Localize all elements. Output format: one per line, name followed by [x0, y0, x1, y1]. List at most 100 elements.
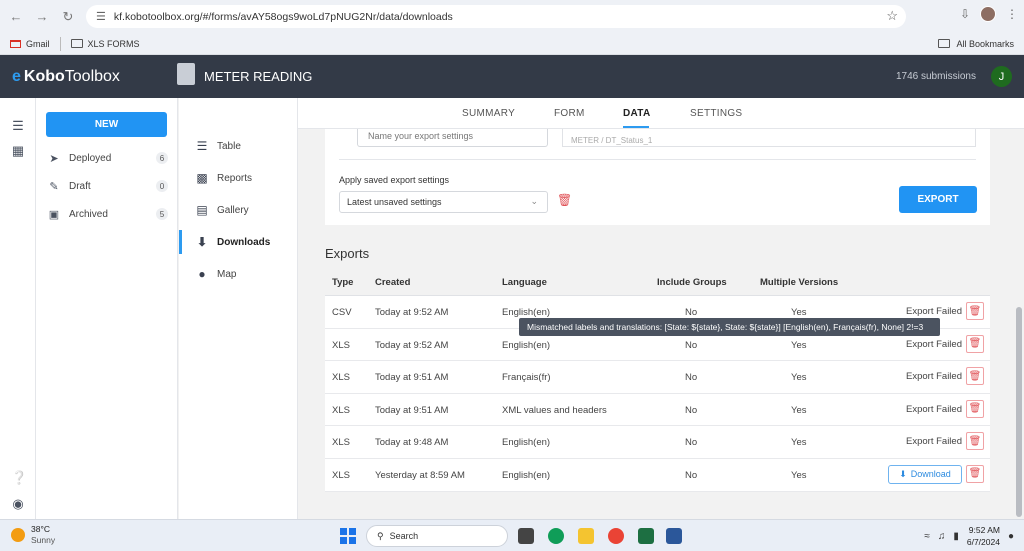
data-menu-downloads[interactable]: ⬇ Downloads	[179, 230, 298, 254]
download-icon: ⬇	[899, 468, 907, 479]
bookmark-gmail[interactable]: Gmail	[10, 39, 50, 49]
system-clock[interactable]: 9:52 AM 6/7/2024	[967, 524, 1000, 548]
export-name-input[interactable]: Name your export settings	[357, 129, 548, 147]
sidebar-item-deployed[interactable]: ➤ Deployed 6	[48, 150, 168, 166]
chevron-down-icon: ⌄	[530, 196, 538, 206]
windows-start-icon[interactable]	[340, 528, 356, 544]
download-export-button[interactable]: ⬇ Download	[888, 464, 962, 484]
bookmark-xls-forms[interactable]: XLS FORMS	[70, 39, 140, 49]
archived-count: 5	[156, 208, 168, 220]
reload-icon[interactable]: ↻	[58, 7, 78, 27]
delete-export-icon[interactable]: 🗑	[966, 302, 984, 320]
data-menu-map[interactable]: ● Map	[179, 262, 298, 286]
export-status: Export Failed	[906, 403, 962, 415]
field-checkbox-row[interactable]: METER / DT_Status_1	[562, 129, 976, 147]
search-icon: ⚲	[377, 530, 384, 541]
tab-data[interactable]: DATA	[623, 108, 651, 119]
library-icon[interactable]: ▦	[11, 143, 25, 158]
site-info-icon[interactable]: ☰	[96, 10, 106, 23]
notification-bell-icon[interactable]: ●	[1008, 531, 1014, 542]
draft-icon: ✎	[49, 180, 59, 193]
file-explorer-icon[interactable]	[578, 528, 594, 544]
bookmarks-bar: Gmail XLS FORMS All Bookmarks	[0, 33, 1024, 55]
image-icon: ▤	[196, 203, 208, 217]
folder-icon	[70, 39, 83, 48]
excel-icon[interactable]	[638, 528, 654, 544]
wifi-icon[interactable]: ≈	[924, 531, 930, 542]
url-text: kf.kobotoolbox.org/#/forms/avAY58ogs9woL…	[113, 10, 453, 23]
column-created: Created	[375, 277, 411, 288]
error-tooltip: Mismatched labels and translations: [Sta…	[519, 318, 940, 336]
help-icon[interactable]: ❔	[11, 470, 27, 485]
speaker-icon[interactable]: ♫	[938, 531, 946, 542]
draft-count: 0	[156, 180, 168, 192]
rocket-icon: ➤	[49, 152, 59, 165]
projects-icon[interactable]: ☰	[11, 118, 25, 133]
tab-settings[interactable]: SETTINGS	[690, 108, 742, 119]
delete-export-icon[interactable]: 🗑	[966, 464, 984, 483]
bookmark-star-icon[interactable]: ☆	[886, 8, 898, 24]
apply-settings-select[interactable]: Latest unsaved settings ⌄	[339, 191, 548, 213]
tab-summary[interactable]: SUMMARY	[462, 108, 515, 119]
delete-export-icon[interactable]: 🗑	[966, 334, 984, 353]
column-multiple-versions: Multiple Versions	[760, 277, 839, 288]
table-row: XLS Yesterday at 8:59 AM English(en) No …	[325, 459, 990, 492]
table-header: Type Created Language Include Groups Mul…	[325, 268, 990, 296]
sidebar-item-draft[interactable]: ✎ Draft 0	[48, 178, 168, 194]
weather-widget[interactable]: 38°C Sunny	[11, 524, 55, 546]
exports-heading: Exports	[325, 246, 370, 261]
user-avatar[interactable]: J	[991, 66, 1012, 87]
exports-table: Type Created Language Include Groups Mul…	[325, 268, 990, 492]
icon-rail: ☰ ▦ ❔ ◉	[0, 98, 36, 519]
bar-chart-icon: ▩	[196, 171, 208, 185]
back-icon[interactable]: ←	[6, 7, 26, 27]
divider	[339, 159, 976, 160]
data-submenu: ☰ Table ▩ Reports ▤ Gallery ⬇ Downloads …	[179, 98, 298, 519]
main-scrollbar[interactable]	[1014, 129, 1024, 519]
column-type: Type	[332, 277, 354, 288]
data-menu-table[interactable]: ☰ Table	[179, 134, 298, 158]
download-icon: ⬇	[196, 235, 208, 249]
export-status: Export Failed	[906, 436, 962, 448]
windows-taskbar: 38°C Sunny ⚲ Search ≈ ♫ ▮ 9:52 AM 6/7/20…	[0, 519, 1024, 551]
table-row: XLS Today at 9:51 AM XML values and head…	[325, 394, 990, 427]
sidebar-item-archived[interactable]: ▣ Archived 5	[48, 206, 168, 222]
address-bar[interactable]: ☰ kf.kobotoolbox.org/#/forms/avAY58ogs9w…	[86, 5, 906, 28]
data-menu-reports[interactable]: ▩ Reports	[179, 166, 298, 190]
form-title: METER READING	[204, 69, 313, 84]
folder-icon	[938, 39, 951, 48]
export-button[interactable]: EXPORT	[899, 186, 977, 213]
scrollbar-thumb[interactable]	[1016, 307, 1022, 517]
form-tabs: SUMMARY FORM DATA SETTINGS	[298, 98, 1024, 129]
all-bookmarks[interactable]: All Bookmarks	[938, 39, 1014, 49]
profile-avatar[interactable]	[980, 6, 996, 22]
export-status: Export Failed	[906, 306, 962, 317]
apply-settings-label: Apply saved export settings	[339, 175, 450, 185]
archive-icon: ▣	[48, 208, 60, 221]
menu-icon[interactable]: ⋮	[1006, 7, 1018, 21]
gmail-icon	[10, 39, 21, 48]
data-menu-gallery[interactable]: ▤ Gallery	[179, 198, 298, 222]
sun-icon	[11, 528, 25, 542]
form-icon	[177, 63, 195, 85]
kobotoolbox-logo[interactable]: e Kobo Toolbox	[12, 68, 120, 86]
forward-icon[interactable]: →	[32, 7, 52, 27]
github-icon[interactable]: ◉	[11, 496, 25, 511]
download-icon[interactable]: ⇩	[960, 7, 970, 21]
delete-settings-icon[interactable]: 🗑	[557, 193, 572, 207]
tab-form[interactable]: FORM	[554, 108, 585, 119]
edge-icon[interactable]	[548, 528, 564, 544]
map-pin-icon: ●	[198, 267, 206, 281]
task-view-icon[interactable]	[518, 528, 534, 544]
delete-export-icon[interactable]: 🗑	[966, 399, 984, 418]
chrome-icon[interactable]	[608, 528, 624, 544]
word-icon[interactable]	[666, 528, 682, 544]
delete-export-icon[interactable]: 🗑	[966, 367, 984, 386]
new-project-button[interactable]: NEW	[46, 112, 167, 137]
taskbar-search[interactable]: ⚲ Search	[366, 525, 508, 547]
active-tab-indicator	[623, 126, 649, 128]
bookmark-separator	[59, 36, 61, 51]
delete-export-icon[interactable]: 🗑	[966, 432, 984, 451]
battery-icon[interactable]: ▮	[953, 531, 959, 542]
deployed-count: 6	[156, 152, 168, 164]
